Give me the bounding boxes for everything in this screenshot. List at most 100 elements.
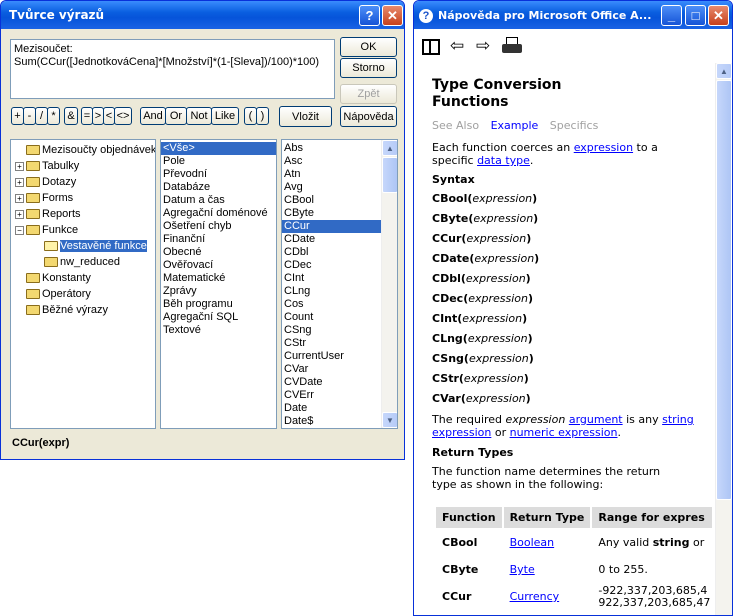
category-item[interactable]: Pole [161,155,276,168]
category-item[interactable]: Ověřovací [161,259,276,272]
function-item[interactable]: CLng [282,285,381,298]
or-operator-button[interactable]: Or [165,107,187,125]
see-also-link[interactable]: See Also [432,119,479,132]
data-type-link[interactable]: data type [477,154,530,167]
not-operator-button[interactable]: Not [186,107,212,125]
category-item[interactable]: Finanční [161,233,276,246]
cancel-button[interactable]: Storno [340,58,397,78]
tree-item[interactable]: + Forms [11,190,155,206]
category-item[interactable]: Obecné [161,246,276,259]
function-item[interactable]: Cos [282,298,381,311]
help-scrollbar[interactable]: ▲ [715,63,732,615]
minimize-button[interactable]: _ [661,5,682,26]
category-item[interactable]: <Vše> [161,142,276,155]
function-item[interactable]: Atn [282,168,381,181]
like-operator-button[interactable]: Like [211,107,239,125]
example-link[interactable]: Example [491,119,539,132]
function-item[interactable]: CDate [282,233,381,246]
folder-icon [26,161,40,172]
tree-item[interactable]: Mezisoučty objednávek [11,142,155,158]
function-item[interactable]: CStr [282,337,381,350]
category-item[interactable]: Datum a čas [161,194,276,207]
table-header-text: Range for expres [598,511,705,524]
tree-item[interactable]: Operátory [11,286,155,302]
function-item[interactable]: CVErr [282,389,381,402]
category-item[interactable]: Ošetření chyb [161,220,276,233]
ok-button[interactable]: OK [340,37,397,57]
close-paren-button[interactable]: ) [256,107,269,125]
function-item[interactable]: CInt [282,272,381,285]
tree-item[interactable]: + Tabulky [11,158,155,174]
category-item[interactable]: Textové [161,324,276,337]
category-item[interactable]: Agregační SQL [161,311,276,324]
tree-item[interactable]: + Reports [11,206,155,222]
return-type-link[interactable]: Currency [510,590,560,603]
argument-link[interactable]: argument [569,413,623,426]
function-item[interactable]: CSng [282,324,381,337]
expand-toggle-icon[interactable]: + [15,193,24,203]
function-item[interactable]: CurrentUser [282,350,381,363]
help-title-button[interactable]: ? [359,5,380,26]
expand-toggle-icon[interactable]: + [15,177,24,187]
function-item[interactable]: Date$ [282,415,381,428]
help-close-button[interactable]: ✕ [708,5,729,26]
function-item[interactable]: Date [282,402,381,415]
folder-tree[interactable]: Mezisoučty objednávek + Tabulky + Dotazy + For… [10,139,156,429]
scroll-down-arrow[interactable]: ▼ [382,412,397,428]
function-item[interactable]: CDbl [282,246,381,259]
function-item[interactable]: Count [282,311,381,324]
numeric-expression-link[interactable]: numeric expression [510,426,618,439]
tree-item[interactable]: + Dotazy [11,174,155,190]
function-list-scrollbar[interactable]: ▲ ▼ [381,140,397,428]
maximize-button[interactable]: □ [685,5,706,26]
category-item[interactable]: Matematické [161,272,276,285]
expand-toggle-icon[interactable]: + [15,161,24,171]
help-tabs: See Also Example Specifics [432,119,598,132]
function-item[interactable]: CByte [282,207,381,220]
function-item[interactable]: Avg [282,181,381,194]
help-scroll-thumb[interactable] [716,80,732,500]
insert-button[interactable]: Vložit [279,106,332,127]
function-item[interactable]: CVDate [282,376,381,389]
table-cell-range: 0 to 255. [592,557,712,582]
function-item[interactable]: Asc [282,155,381,168]
category-list[interactable]: <Vše> Pole Převodní Databáze Datum a čas Agre… [160,139,277,429]
category-item[interactable]: Agregační doménové [161,207,276,220]
function-item[interactable]: CBool [282,194,381,207]
tree-item[interactable]: nw_reduced [11,254,155,270]
expression-builder-window: Tvůrce výrazů ? ✕ Mezisoučet: Sum(CCur([… [0,0,405,460]
category-item[interactable]: Zprávy [161,285,276,298]
function-item[interactable]: CCur [282,220,381,233]
close-button[interactable]: ✕ [382,5,403,26]
function-item[interactable]: CVar [282,363,381,376]
ampersand-operator-button[interactable]: & [64,107,78,125]
return-type-link[interactable]: Byte [510,563,535,576]
and-operator-button[interactable]: And [140,107,166,125]
return-type-link[interactable]: Boolean [510,536,555,549]
expression-box[interactable]: Mezisoučet: Sum(CCur([JednotkováCena]*[M… [10,39,335,99]
function-item[interactable]: Abs [282,142,381,155]
scroll-thumb[interactable] [382,157,397,193]
specifics-link[interactable]: Specifics [550,119,599,132]
scroll-up-arrow[interactable]: ▲ [382,140,397,156]
function-item[interactable]: CDec [282,259,381,272]
help-scroll-up-arrow[interactable]: ▲ [716,63,732,79]
function-list[interactable]: Abs Asc Atn Avg CBool CByte CCur CDate CDbl CDec C… [281,139,398,429]
category-item[interactable]: Databáze [161,181,276,194]
undo-button[interactable]: Zpět [340,84,397,104]
tree-item[interactable]: Konstanty [11,270,155,286]
argument-name: expression [472,192,533,205]
multiply-operator-button[interactable]: * [47,107,60,125]
tree-item[interactable]: − Funkce [11,222,155,238]
tree-item[interactable]: Běžné výrazy [11,302,155,318]
expression-link[interactable]: expression [574,141,633,154]
category-item[interactable]: Převodní [161,168,276,181]
category-item[interactable]: Běh programu [161,298,276,311]
tree-item[interactable]: Vestavěné funkce [11,238,155,254]
builder-titlebar[interactable]: Tvůrce výrazů [1,1,404,29]
not-equal-operator-button[interactable]: <> [114,107,132,125]
help-button[interactable]: Nápověda [340,106,397,127]
expand-toggle-icon[interactable]: − [15,225,24,235]
expand-toggle-icon[interactable]: + [15,209,24,219]
